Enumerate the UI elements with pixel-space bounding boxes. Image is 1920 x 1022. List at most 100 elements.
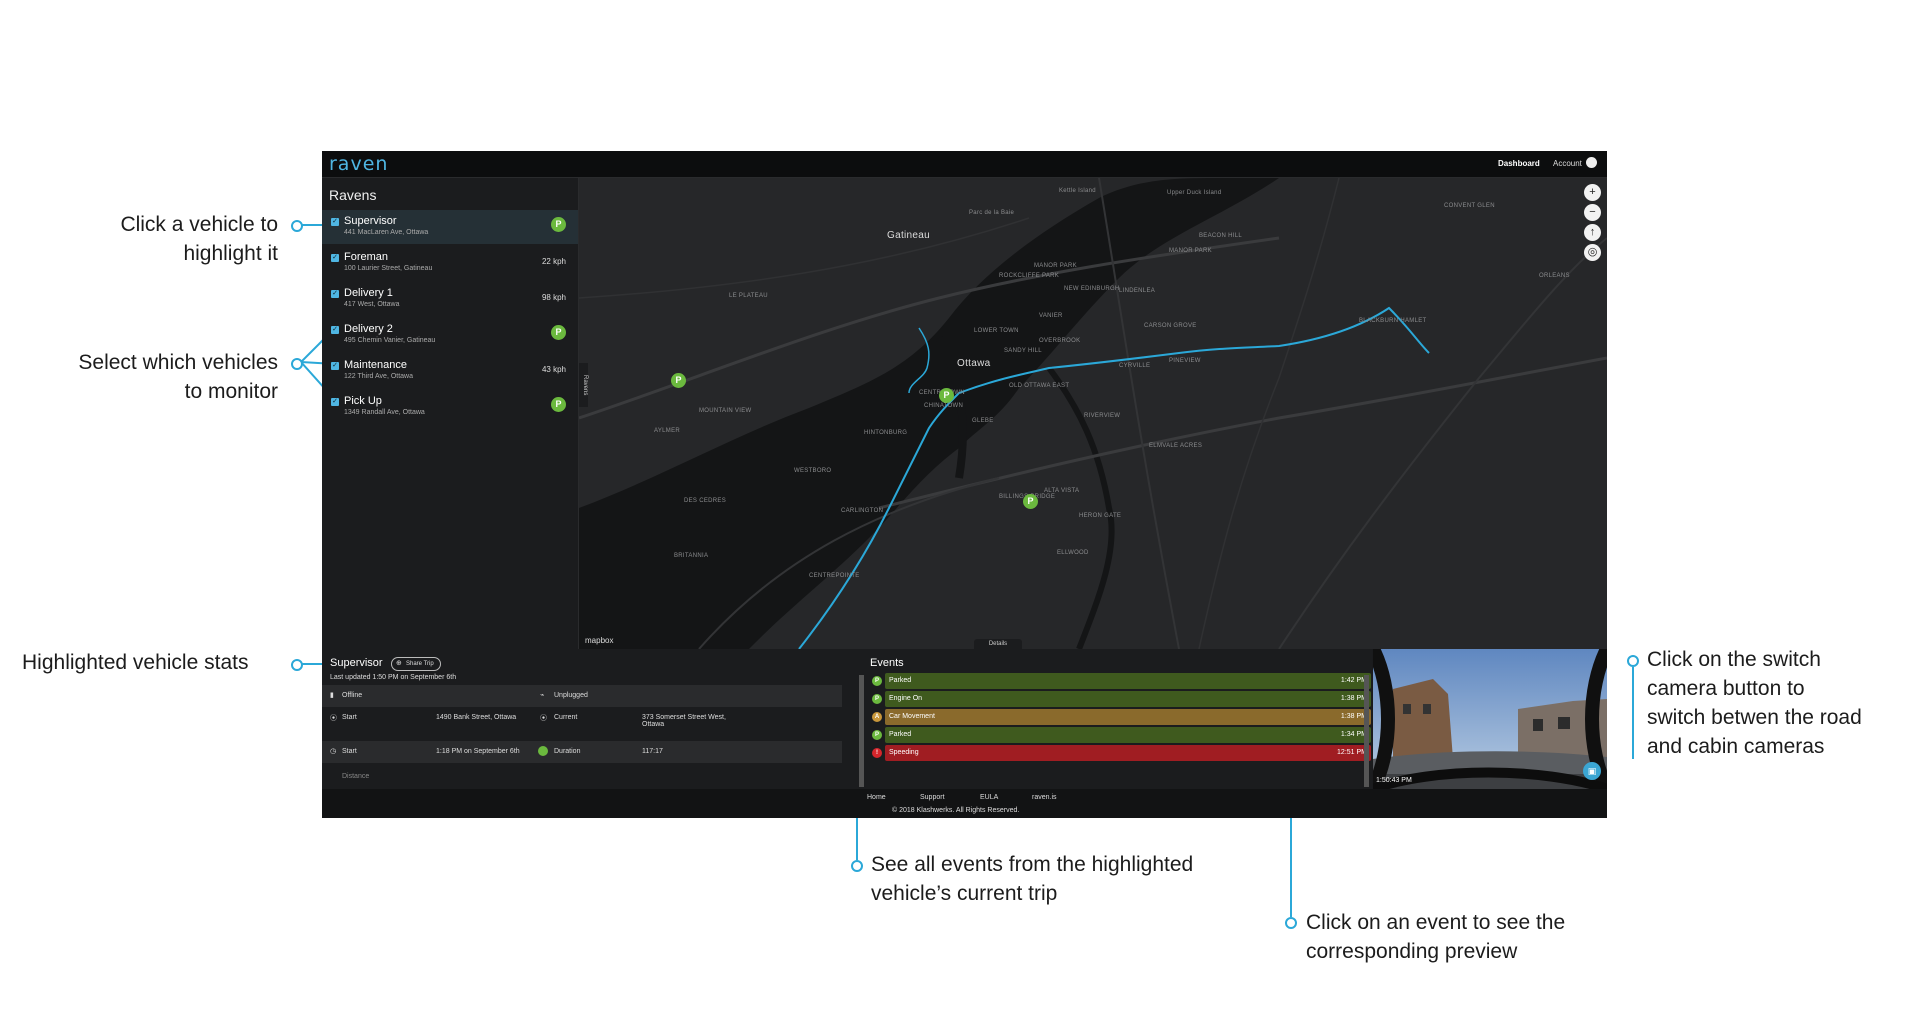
- vehicle-speed: 98 kph: [541, 293, 566, 302]
- vehicle-sidebar: Ravens ✓ Supervisor 441 MacLaren Ave, Ot…: [322, 178, 579, 649]
- duration-icon: [538, 746, 548, 756]
- event-label: Parked: [889, 731, 912, 738]
- map-area-label: HERON GATE: [1079, 513, 1122, 519]
- zoom-out-button[interactable]: −: [1584, 204, 1601, 221]
- map-area-label: RIVERVIEW: [1084, 413, 1121, 419]
- stats-label: Duration: [554, 748, 581, 755]
- vehicle-checkbox[interactable]: ✓: [331, 218, 339, 226]
- map-area-label: ORLEANS: [1539, 273, 1570, 279]
- speeding-icon: !: [872, 748, 882, 758]
- footer-link-eula[interactable]: EULA: [980, 794, 998, 801]
- vehicle-address: 495 Chemin Vanier, Gatineau: [344, 337, 436, 344]
- camera-preview[interactable]: 1:50:43 PM ▣: [1373, 649, 1607, 789]
- map-view[interactable]: Gatineau Ottawa Kettle Island Upper Duck…: [579, 178, 1607, 649]
- event-item[interactable]: Speeding 12:51 PM: [885, 745, 1371, 761]
- top-bar: raven Dashboard Account: [322, 151, 1607, 178]
- footer: Home Support EULA raven.is © 2018 Klashw…: [322, 789, 1607, 818]
- vehicle-checkbox[interactable]: ✓: [331, 254, 339, 262]
- stats-value: 1490 Bank Street, Ottawa: [436, 714, 517, 721]
- map-area-label: MANOR PARK: [1169, 248, 1212, 254]
- map-area-label: OVERBROOK: [1039, 338, 1081, 344]
- vehicle-stats-panel: Supervisor ⊕ Share Trip Last updated 1:5…: [322, 649, 842, 789]
- map-area-label: CARLINGTON: [841, 508, 884, 514]
- annotation-click-event: Click on an event to see the correspondi…: [1306, 911, 1566, 963]
- share-trip-button[interactable]: ⊕ Share Trip: [391, 657, 441, 671]
- engine-on-icon: P: [872, 694, 882, 704]
- events-scrollbar[interactable]: [1364, 675, 1369, 787]
- map-area-label: AYLMER: [654, 428, 681, 434]
- footer-link-home[interactable]: Home: [867, 794, 886, 801]
- map-area-label: CYRVILLE: [1119, 363, 1151, 369]
- stats-label: Offline: [342, 692, 363, 699]
- map-area-label: CONVENT GLEN: [1444, 203, 1495, 209]
- nav-account-link[interactable]: Account: [1553, 159, 1582, 168]
- map-marker-parked[interactable]: P: [671, 373, 686, 388]
- stats-value: 117:17: [642, 748, 663, 755]
- parked-icon: P: [872, 676, 882, 686]
- map-area-label: PINEVIEW: [1169, 358, 1201, 364]
- movement-icon: A: [872, 712, 882, 722]
- signal-icon: ▮: [330, 692, 334, 699]
- map-area-label: LINDENLEA: [1119, 288, 1156, 294]
- event-item[interactable]: Car Movement 1:38 PM: [885, 709, 1371, 725]
- map-label-gatineau: Gatineau: [887, 230, 930, 241]
- compass-button[interactable]: ↑: [1584, 224, 1601, 241]
- map-area-label: ROCKCLIFFE PARK: [999, 273, 1060, 279]
- vehicle-name: Pick Up: [344, 395, 382, 407]
- event-label: Speeding: [889, 749, 919, 756]
- ravens-collapse-tab[interactable]: Ravens: [579, 363, 588, 407]
- vehicle-checkbox[interactable]: ✓: [331, 326, 339, 334]
- vehicle-checkbox[interactable]: ✓: [331, 398, 339, 406]
- map-area-label: Upper Duck Island: [1167, 190, 1222, 196]
- locate-button[interactable]: ◎: [1584, 244, 1601, 261]
- stats-row: Distance: [322, 763, 842, 785]
- parked-icon: P: [551, 397, 566, 412]
- footer-link-support[interactable]: Support: [920, 794, 945, 801]
- map-area-label: NEW EDINBURGH: [1064, 286, 1120, 292]
- vehicle-item-pick-up[interactable]: ✓ Pick Up 1349 Randall Ave, Ottawa P: [322, 390, 578, 424]
- map-area-label: BRITANNIA: [674, 553, 709, 559]
- stats-value: 373 Somerset Street West, Ottawa: [642, 714, 726, 728]
- vehicle-address: 1349 Randall Ave, Ottawa: [344, 409, 425, 416]
- map-area-label: SANDY HILL: [1004, 348, 1042, 354]
- account-icon[interactable]: [1586, 157, 1597, 168]
- vehicle-item-supervisor[interactable]: ✓ Supervisor 441 MacLaren Ave, Ottawa P: [322, 210, 578, 244]
- vehicle-name: Maintenance: [344, 359, 407, 371]
- event-label: Car Movement: [889, 713, 935, 720]
- vehicle-item-foreman[interactable]: ✓ Foreman 100 Laurier Street, Gatineau 2…: [322, 246, 578, 280]
- map-area-label: OLD OTTAWA EAST: [1009, 383, 1070, 389]
- vehicle-checkbox[interactable]: ✓: [331, 362, 339, 370]
- copyright-text: © 2018 Klashwerks. All Rights Reserved.: [892, 807, 1020, 814]
- stats-row: ⦿ Start 1490 Bank Street, Ottawa ⦿ Curre…: [322, 707, 842, 741]
- zoom-in-button[interactable]: +: [1584, 184, 1601, 201]
- map-area-label: Parc de la Baie: [969, 210, 1015, 216]
- footer-link-raven[interactable]: raven.is: [1032, 794, 1057, 801]
- vehicle-item-delivery-2[interactable]: ✓ Delivery 2 495 Chemin Vanier, Gatineau…: [322, 318, 578, 352]
- event-item[interactable]: Parked 1:42 PM: [885, 673, 1371, 689]
- annotation-switch-camera: Click on the switch camera button to swi…: [1647, 648, 1862, 758]
- map-area-label: Kettle Island: [1059, 188, 1096, 194]
- vehicle-address: 441 MacLaren Ave, Ottawa: [344, 229, 429, 236]
- vehicle-item-delivery-1[interactable]: ✓ Delivery 1 417 West, Ottawa 98 kph: [322, 282, 578, 316]
- sidebar-title: Ravens: [329, 187, 377, 203]
- events-scrollbar[interactable]: [859, 675, 864, 787]
- nav-dashboard-link[interactable]: Dashboard: [1498, 159, 1540, 168]
- stats-row: ▮ Offline ⌁ Unplugged: [322, 685, 842, 707]
- switch-camera-button[interactable]: ▣: [1583, 762, 1601, 780]
- details-toggle-tab[interactable]: Details: [974, 639, 1022, 649]
- stats-label: Distance: [342, 773, 370, 780]
- vehicle-address: 100 Laurier Street, Gatineau: [344, 265, 433, 272]
- map-area-label: ELLWOOD: [1057, 550, 1089, 556]
- raven-logo[interactable]: raven: [329, 153, 388, 175]
- map-marker-parked[interactable]: P: [1023, 494, 1038, 509]
- annotation-dot: [291, 659, 303, 671]
- vehicle-name: Foreman: [344, 251, 389, 263]
- vehicle-checkbox[interactable]: ✓: [331, 290, 339, 298]
- event-label: Engine On: [889, 695, 923, 702]
- vehicle-item-maintenance[interactable]: ✓ Maintenance 122 Third Ave, Ottawa 43 k…: [322, 354, 578, 388]
- event-item[interactable]: Parked 1:34 PM: [885, 727, 1371, 743]
- event-label: Parked: [889, 677, 912, 684]
- parked-icon: P: [551, 217, 566, 232]
- map-marker-parked[interactable]: P: [939, 388, 954, 403]
- event-item[interactable]: Engine On 1:38 PM: [885, 691, 1371, 707]
